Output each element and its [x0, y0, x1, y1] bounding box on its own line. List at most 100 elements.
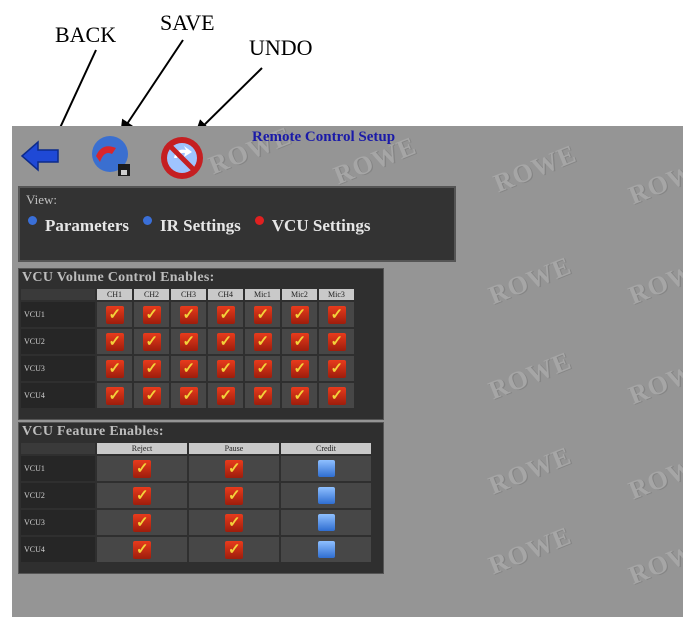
- radio-ir-settings[interactable]: IR Settings: [143, 215, 241, 236]
- corner-header: [21, 443, 95, 454]
- view-selector-panel: View: Parameters IR Settings VCU Setting…: [18, 186, 456, 262]
- undo-button[interactable]: [158, 134, 206, 182]
- table-row: VCU3: [21, 510, 371, 535]
- watermark: ROWE: [484, 520, 576, 581]
- row-label: VCU2: [21, 483, 95, 508]
- radio-selected-icon: [254, 215, 264, 225]
- back-callout-label: BACK: [55, 22, 117, 47]
- save-button[interactable]: [86, 132, 134, 180]
- pause-checkbox[interactable]: [225, 486, 243, 506]
- table-row: VCU3: [21, 356, 354, 381]
- watermark: ROWE: [624, 530, 683, 591]
- watermark: ROWE: [624, 350, 683, 411]
- radio-parameters-label: Parameters: [45, 216, 130, 235]
- row-label: VCU1: [21, 302, 95, 327]
- table-row: VCU1: [21, 456, 371, 481]
- enable-checkbox[interactable]: [142, 305, 161, 325]
- enable-checkbox[interactable]: [179, 305, 198, 325]
- enable-checkbox[interactable]: [216, 359, 235, 379]
- table-row: VCU2: [21, 483, 371, 508]
- enable-checkbox[interactable]: [216, 386, 235, 406]
- reject-checkbox[interactable]: [133, 486, 151, 506]
- radio-parameters[interactable]: Parameters: [28, 215, 130, 236]
- credit-toggle[interactable]: [317, 514, 335, 532]
- row-label: VCU1: [21, 456, 95, 481]
- enable-checkbox[interactable]: [216, 332, 235, 352]
- column-header: CH3: [171, 289, 206, 300]
- radio-unselected-icon: [28, 215, 37, 225]
- pause-checkbox[interactable]: [225, 459, 243, 479]
- watermark: ROWE: [624, 150, 683, 211]
- enable-checkbox[interactable]: [327, 386, 346, 406]
- enable-checkbox[interactable]: [142, 332, 161, 352]
- credit-toggle[interactable]: [317, 460, 335, 478]
- reject-checkbox[interactable]: [133, 513, 151, 533]
- enable-checkbox[interactable]: [105, 332, 124, 352]
- view-radio-group: Parameters IR Settings VCU Settings: [28, 215, 384, 236]
- enable-checkbox[interactable]: [253, 332, 272, 352]
- pause-checkbox[interactable]: [225, 540, 243, 560]
- enable-checkbox[interactable]: [179, 359, 198, 379]
- watermark: ROWE: [484, 440, 576, 501]
- column-header: CH2: [134, 289, 169, 300]
- enable-checkbox[interactable]: [290, 359, 309, 379]
- table-row: VCU4: [21, 383, 354, 408]
- radio-vcu-settings-label: VCU Settings: [271, 216, 371, 235]
- vcu-feature-enables-table: Reject Pause Credit VCU1 VCU2 VCU3: [19, 441, 373, 564]
- enable-checkbox[interactable]: [105, 359, 124, 379]
- undo-callout-arrow: [195, 67, 263, 134]
- enable-checkbox[interactable]: [105, 305, 124, 325]
- enable-checkbox[interactable]: [290, 332, 309, 352]
- column-header: Mic2: [282, 289, 317, 300]
- reject-checkbox[interactable]: [133, 540, 151, 560]
- column-header: CH1: [97, 289, 132, 300]
- column-header: CH4: [208, 289, 243, 300]
- radio-vcu-settings[interactable]: VCU Settings: [254, 215, 371, 236]
- back-button[interactable]: [20, 140, 60, 172]
- column-header: Reject: [97, 443, 187, 454]
- row-label: VCU4: [21, 383, 95, 408]
- enable-checkbox[interactable]: [290, 305, 309, 325]
- pause-checkbox[interactable]: [225, 513, 243, 533]
- save-callout-arrow: [120, 39, 184, 135]
- table-row: VCU4: [21, 537, 371, 562]
- enable-checkbox[interactable]: [179, 332, 198, 352]
- row-label: VCU3: [21, 510, 95, 535]
- enable-checkbox[interactable]: [327, 332, 346, 352]
- corner-header: [21, 289, 95, 300]
- enable-checkbox[interactable]: [253, 305, 272, 325]
- table-row: VCU1: [21, 302, 354, 327]
- watermark: ROWE: [484, 345, 576, 406]
- enable-checkbox[interactable]: [253, 359, 272, 379]
- vcu-volume-enables-table: CH1 CH2 CH3 CH4 Mic1 Mic2 Mic3 VCU1 VCU2: [19, 287, 356, 410]
- enable-checkbox[interactable]: [142, 386, 161, 406]
- enable-checkbox[interactable]: [290, 386, 309, 406]
- enable-checkbox[interactable]: [327, 359, 346, 379]
- enable-checkbox[interactable]: [142, 359, 161, 379]
- watermark: ROWE: [624, 445, 683, 506]
- enable-checkbox[interactable]: [216, 305, 235, 325]
- table-row: VCU2: [21, 329, 354, 354]
- row-label: VCU2: [21, 329, 95, 354]
- undo-callout-label: UNDO: [249, 35, 313, 60]
- enable-checkbox[interactable]: [105, 386, 124, 406]
- undo-icon: [161, 137, 203, 179]
- save-disk-icon: [92, 136, 130, 176]
- vcu-volume-enables-panel: VCU Volume Control Enables: CH1 CH2 CH3 …: [18, 268, 384, 420]
- screen-title: Remote Control Setup: [252, 129, 396, 145]
- watermark: ROWE: [484, 250, 576, 311]
- column-header: Mic1: [245, 289, 280, 300]
- column-header: Mic3: [319, 289, 354, 300]
- radio-ir-settings-label: IR Settings: [160, 216, 241, 235]
- enable-checkbox[interactable]: [253, 386, 272, 406]
- row-label: VCU3: [21, 356, 95, 381]
- left-arrow-icon: [20, 140, 59, 172]
- radio-unselected-icon: [143, 215, 153, 225]
- enable-checkbox[interactable]: [327, 305, 346, 325]
- remote-control-setup-screen: ROWE ROWE ROWE ROWE ROWE ROWE ROWE ROWE …: [12, 126, 683, 617]
- credit-toggle[interactable]: [317, 541, 335, 559]
- credit-toggle[interactable]: [317, 487, 335, 505]
- vcu-feature-enables-title: VCU Feature Enables:: [22, 424, 164, 439]
- enable-checkbox[interactable]: [179, 386, 198, 406]
- reject-checkbox[interactable]: [133, 459, 151, 479]
